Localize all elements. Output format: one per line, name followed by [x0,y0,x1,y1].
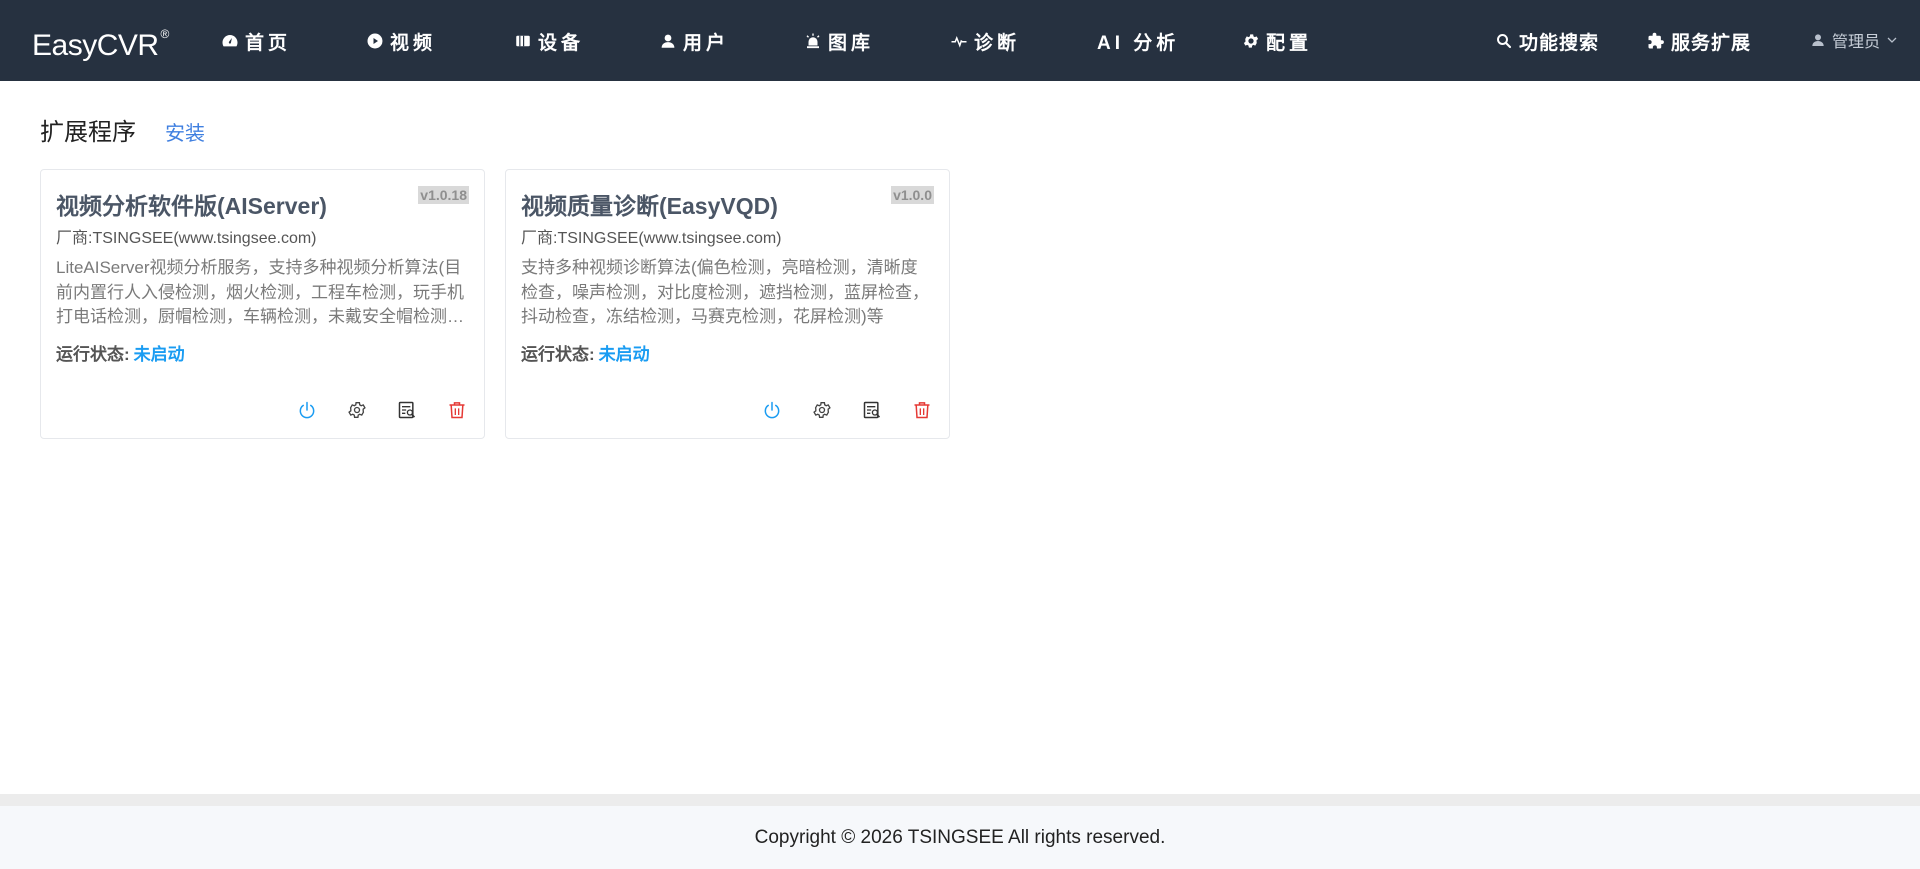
copyright-text: Copyright © 2026 TSINGSEE All rights res… [754,826,1166,848]
plugin-description: LiteAIServer视频分析服务，支持多种视频分析算法(目前内置行人入侵检测… [56,258,464,326]
registered-mark: ® [160,27,170,41]
nav-item-device[interactable]: 设备 [514,26,584,56]
plugin-vendor: 厂商:TSINGSEE(www.tsingsee.com) [521,230,782,247]
nav-item-gallery[interactable]: 图库 [804,26,874,56]
nav-item-label: 视频 [390,32,437,54]
plugin-status: 运行状态: 未启动 [521,340,650,365]
status-label: 运行状态: [521,345,595,364]
user-icon [661,34,675,48]
nav-item-home[interactable]: 首页 [221,26,291,56]
power-icon [299,401,315,419]
plugin-actions [761,399,933,421]
nav-item-user[interactable]: 用户 [659,26,729,56]
gear-icon [813,402,831,418]
plugin-description: 支持多种视频诊断算法(偏色检测，亮暗检测，清晰度检查，噪声检测，对比度检测，遮挡… [521,258,929,326]
plugin-version-badge: v1.0.18 [418,186,469,204]
nav-item-label: 设备 [538,32,585,54]
settings-button[interactable] [811,399,833,421]
trash-icon [449,402,465,419]
pulse-icon [951,35,967,48]
nav-item-diagnosis[interactable]: 诊断 [950,26,1020,56]
plugin-vendor: 厂商:TSINGSEE(www.tsingsee.com) [56,230,317,247]
play-circle-icon [367,33,383,49]
log-icon [398,401,416,419]
plugin-version-badge: v1.0.0 [891,186,934,204]
status-value: 未启动 [598,345,650,364]
search-icon [1497,34,1512,49]
nav-item-label: 功能搜索 [1519,32,1600,54]
user-icon [1812,34,1824,46]
top-nav-bar: EasyCVR ® 首页 视频 设备 用户 图库 诊断 AI 分析 配置 功能搜索… [0,0,1920,81]
power-icon [764,401,780,419]
plugin-title: 视频分析软件版(AIServer) [56,193,327,219]
gear-icon [1243,34,1259,48]
plugin-status: 运行状态: 未启动 [56,340,185,365]
nav-item-label: 配置 [1266,32,1313,54]
delete-button[interactable] [446,399,468,421]
start-button[interactable] [761,399,783,421]
settings-button[interactable] [346,399,368,421]
status-value: 未启动 [133,345,185,364]
nav-item-video[interactable]: 视频 [366,26,436,56]
alarm-light-icon [806,33,820,49]
nav-item-service-extension[interactable]: 服务扩展 [1647,26,1751,56]
footer-divider [0,794,1920,806]
footer: Copyright © 2026 TSINGSEE All rights res… [0,806,1920,869]
start-button[interactable] [296,399,318,421]
install-link[interactable]: 安装 [165,117,205,146]
delete-button[interactable] [911,399,933,421]
plugin-title: 视频质量诊断(EasyVQD) [521,193,778,219]
nav-item-label: 服务扩展 [1671,32,1752,54]
plugin-card-aiserver: 视频分析软件版(AIServer) v1.0.18 厂商:TSINGSEE(ww… [40,169,485,439]
plugin-card-easyvqd: 视频质量诊断(EasyVQD) v1.0.0 厂商:TSINGSEE(www.t… [505,169,950,439]
gear-icon [348,402,366,418]
brand-name: EasyCVR [32,29,159,62]
brand-logo[interactable]: EasyCVR ® [32,22,169,64]
plugin-actions [296,399,468,421]
log-icon [863,401,881,419]
view-log-button[interactable] [861,399,883,421]
nav-item-config[interactable]: 配置 [1242,26,1312,56]
page-title: 扩展程序 [40,119,136,146]
nav-item-label: 首页 [245,32,292,54]
user-name: 管理员 [1832,34,1881,51]
user-menu[interactable]: 管理员 [1810,28,1898,52]
view-log-button[interactable] [396,399,418,421]
device-icon [516,35,530,47]
chevron-down-icon [1887,37,1897,43]
trash-icon [914,402,930,419]
nav-item-label: 诊断 [974,32,1021,54]
nav-item-label: AI 分析 [1097,32,1180,54]
nav-item-label: 用户 [683,32,730,54]
nav-item-feature-search[interactable]: 功能搜索 [1495,26,1599,56]
puzzle-icon [1648,32,1664,49]
nav-item-label: 图库 [828,32,875,54]
status-label: 运行状态: [56,345,130,364]
dashboard-icon [222,35,238,47]
nav-item-ai-analysis[interactable]: AI 分析 [1097,26,1179,56]
